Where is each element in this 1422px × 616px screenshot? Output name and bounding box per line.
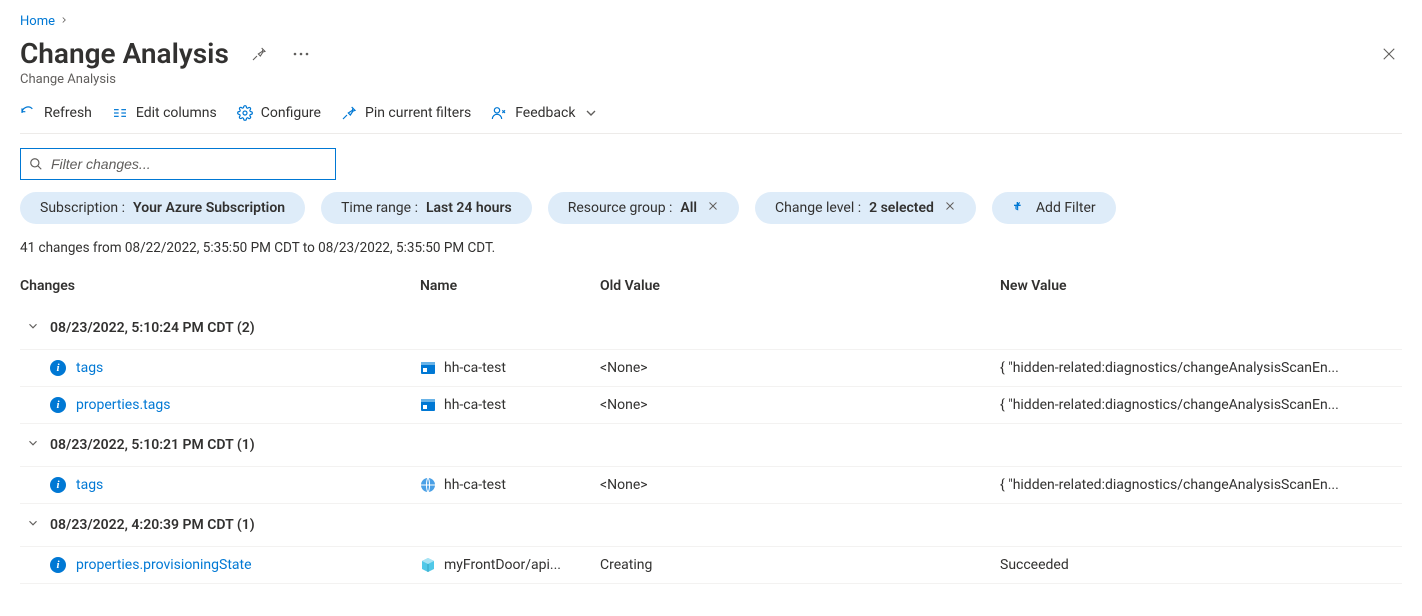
- resource-name: hh-ca-test: [444, 477, 506, 493]
- summary-text: 41 changes from 08/22/2022, 5:35:50 PM C…: [20, 240, 1402, 256]
- group-label: 08/23/2022, 5:10:21 PM CDT (1): [50, 437, 255, 453]
- refresh-icon: [20, 105, 36, 121]
- filter-input[interactable]: [49, 155, 327, 173]
- search-icon: [29, 157, 43, 171]
- info-icon: i: [50, 397, 66, 413]
- pill-timerange-value: Last 24 hours: [426, 200, 512, 216]
- resource-name: myFrontDoor/api...: [444, 557, 561, 573]
- pill-timerange[interactable]: Time range : Last 24 hours: [321, 192, 532, 224]
- pin-filters-button[interactable]: Pin current filters: [341, 105, 471, 121]
- new-value: { "hidden-related:diagnostics/changeAnal…: [1000, 477, 1402, 493]
- breadcrumb: Home: [20, 14, 1402, 29]
- pill-rg-clear-icon[interactable]: [707, 200, 719, 216]
- new-value: { "hidden-related:diagnostics/changeAnal…: [1000, 360, 1402, 376]
- old-value: Creating: [600, 557, 1000, 573]
- table-row[interactable]: itags hh-ca-test <None>{ "hidden-related:d…: [20, 350, 1402, 387]
- changes-table: Changes Name Old Value New Value 08/23/2…: [20, 278, 1402, 584]
- pill-rg-value: All: [680, 200, 697, 216]
- edit-columns-button[interactable]: Edit columns: [112, 105, 217, 121]
- close-icon[interactable]: [1376, 41, 1402, 67]
- configure-label: Configure: [261, 105, 321, 121]
- pill-resource-group[interactable]: Resource group : All: [548, 192, 739, 224]
- change-link[interactable]: tags: [76, 477, 103, 493]
- col-new[interactable]: New Value: [1000, 278, 1402, 294]
- pin-filters-label: Pin current filters: [365, 105, 471, 121]
- pill-level-value: 2 selected: [869, 200, 934, 216]
- gear-icon: [237, 105, 253, 121]
- col-changes[interactable]: Changes: [20, 278, 420, 294]
- chevron-down-icon: [26, 516, 40, 534]
- feedback-label: Feedback: [515, 105, 575, 121]
- breadcrumb-home[interactable]: Home: [20, 14, 55, 29]
- more-icon[interactable]: [289, 48, 313, 60]
- group-row[interactable]: 08/23/2022, 5:10:21 PM CDT (1): [20, 424, 1402, 467]
- table-header: Changes Name Old Value New Value: [20, 278, 1402, 307]
- change-link[interactable]: tags: [76, 360, 103, 376]
- filter-input-box[interactable]: [20, 148, 336, 180]
- configure-button[interactable]: Configure: [237, 105, 321, 121]
- filter-pills: Subscription : Your Azure Subscription T…: [20, 192, 1402, 224]
- group-label: 08/23/2022, 5:10:24 PM CDT (2): [50, 320, 255, 336]
- group-row[interactable]: 08/23/2022, 5:10:24 PM CDT (2): [20, 307, 1402, 350]
- info-icon: i: [50, 360, 66, 376]
- change-link[interactable]: properties.provisioningState: [76, 557, 252, 573]
- old-value: <None>: [600, 477, 1000, 493]
- table-row[interactable]: i properties.tags hh-ca-test <None>{ "hidde…: [20, 387, 1402, 424]
- col-old[interactable]: Old Value: [600, 278, 1000, 294]
- pill-timerange-label: Time range :: [341, 200, 418, 216]
- table-row[interactable]: i properties.provisioningState myFrontDoor…: [20, 547, 1402, 584]
- old-value: <None>: [600, 360, 1000, 376]
- add-filter-label: Add Filter: [1036, 200, 1096, 216]
- new-value: { "hidden-related:diagnostics/changeAnal…: [1000, 397, 1402, 413]
- resource-icon: [420, 477, 436, 493]
- info-icon: i: [50, 477, 66, 493]
- chevron-down-icon: [583, 105, 599, 121]
- columns-icon: [112, 105, 128, 121]
- pill-level-clear-icon[interactable]: [944, 200, 956, 216]
- info-icon: i: [50, 557, 66, 573]
- add-filter-icon: [1012, 200, 1028, 216]
- refresh-label: Refresh: [44, 105, 92, 121]
- breadcrumb-separator: [59, 14, 69, 29]
- new-value: Succeeded: [1000, 557, 1402, 573]
- pill-rg-label: Resource group :: [568, 200, 673, 216]
- refresh-button[interactable]: Refresh: [20, 105, 92, 121]
- change-link[interactable]: properties.tags: [76, 397, 170, 413]
- toolbar: Refresh Edit columns Configure Pin curre…: [20, 105, 1402, 134]
- pill-subscription-value: Your Azure Subscription: [133, 200, 285, 216]
- table-row[interactable]: itags hh-ca-test <None>{ "hidden-related:d…: [20, 467, 1402, 504]
- edit-columns-label: Edit columns: [136, 105, 217, 121]
- chevron-down-icon: [26, 319, 40, 337]
- add-filter-button[interactable]: Add Filter: [992, 192, 1116, 224]
- pill-subscription[interactable]: Subscription : Your Azure Subscription: [20, 192, 305, 224]
- page-subtitle: Change Analysis: [20, 72, 1402, 87]
- col-name[interactable]: Name: [420, 278, 600, 294]
- old-value: <None>: [600, 397, 1000, 413]
- resource-name: hh-ca-test: [444, 397, 506, 413]
- pill-change-level[interactable]: Change level : 2 selected: [755, 192, 976, 224]
- pin-filters-icon: [341, 105, 357, 121]
- pill-level-label: Change level :: [775, 200, 861, 216]
- group-row[interactable]: 08/23/2022, 4:20:39 PM CDT (1): [20, 504, 1402, 547]
- pill-subscription-label: Subscription :: [40, 200, 125, 216]
- resource-name: hh-ca-test: [444, 360, 506, 376]
- page-title: Change Analysis: [20, 37, 229, 70]
- resource-icon: [420, 360, 436, 376]
- chevron-down-icon: [26, 436, 40, 454]
- feedback-icon: [491, 105, 507, 121]
- pin-icon[interactable]: [247, 42, 271, 66]
- feedback-button[interactable]: Feedback: [491, 105, 599, 121]
- group-label: 08/23/2022, 4:20:39 PM CDT (1): [50, 517, 255, 533]
- resource-icon: [420, 397, 436, 413]
- resource-icon: [420, 557, 436, 573]
